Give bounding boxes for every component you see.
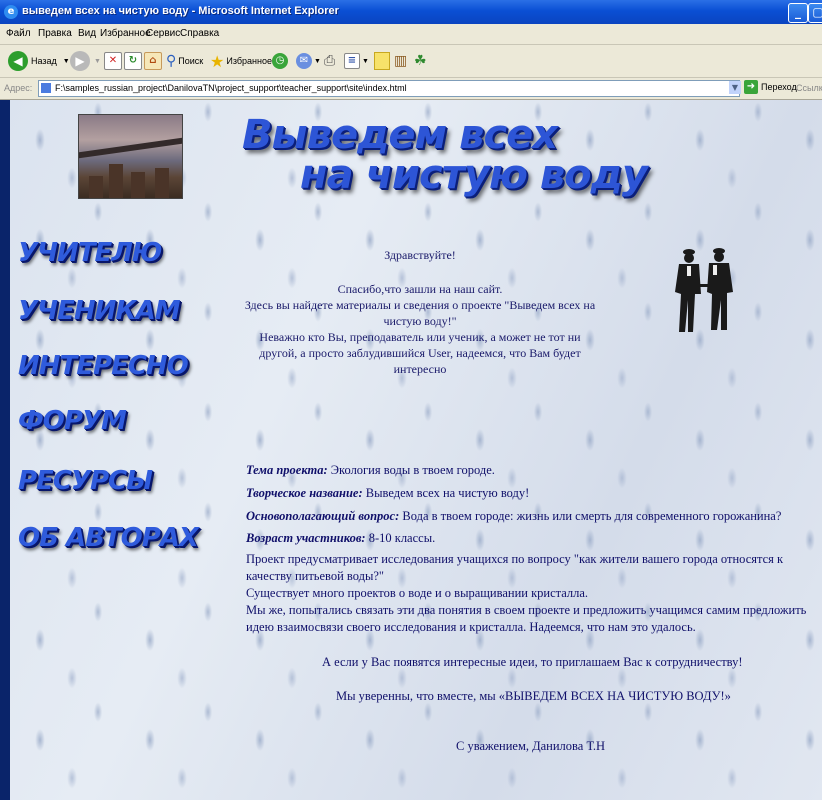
menu-bar: Файл Правка Вид Избранное Сервис Справка bbox=[0, 24, 822, 45]
discuss-button[interactable] bbox=[374, 50, 390, 72]
print-icon: ⎙ bbox=[324, 53, 336, 69]
search-button[interactable]: ⚲ Поиск bbox=[166, 50, 203, 72]
favorites-star-icon: ★ bbox=[210, 51, 225, 71]
ie-icon: e bbox=[4, 5, 18, 19]
history-button[interactable]: ◷ bbox=[272, 50, 288, 72]
participants-age-value: 8-10 классы. bbox=[368, 531, 436, 545]
home-button[interactable]: ⌂ bbox=[144, 50, 162, 72]
messenger-icon: ☘ bbox=[414, 53, 427, 69]
signature: С уважением, Данилова Т.Н bbox=[456, 739, 605, 753]
greeting: Здравствуйте! bbox=[384, 248, 456, 262]
favorites-label: Избранное bbox=[226, 56, 272, 66]
nav-teachers[interactable]: УЧИТЕЛЮ bbox=[18, 238, 162, 268]
stop-button[interactable]: ✕ bbox=[104, 50, 122, 72]
nav-resources[interactable]: РЕСУРСЫ bbox=[18, 466, 153, 496]
window-left-edge bbox=[0, 100, 10, 800]
project-topic-label: Тема проекта: bbox=[246, 463, 328, 477]
favorites-button[interactable]: ★ Избранное bbox=[210, 50, 272, 72]
stop-icon: ✕ bbox=[104, 52, 122, 70]
back-dropdown-icon[interactable]: ▼ bbox=[63, 58, 70, 65]
home-icon: ⌂ bbox=[144, 52, 162, 70]
nav-forum[interactable]: ФОРУМ bbox=[18, 406, 127, 436]
key-question-value: Вода в твоем городе: жизнь или смерть дл… bbox=[402, 509, 782, 523]
participants-age-line: Возраст участников: 8-10 классы. bbox=[246, 530, 816, 547]
project-topic-value: Экология воды в твоем городе. bbox=[330, 463, 495, 477]
menu-favorites[interactable]: Избранное bbox=[100, 28, 151, 39]
menu-tools[interactable]: Сервис bbox=[146, 28, 180, 39]
edit-page-icon: ≡ bbox=[344, 53, 360, 69]
city-bridge-photo bbox=[78, 114, 183, 199]
key-question-label: Основополагающий вопрос: bbox=[246, 509, 400, 523]
search-label: Поиск bbox=[178, 56, 204, 66]
menu-file[interactable]: Файл bbox=[6, 28, 31, 39]
together-text: Мы уверенны, что вместе, мы «ВЫВЕДЕМ ВСЕ… bbox=[336, 689, 731, 703]
forward-dropdown-icon[interactable]: ▼ bbox=[94, 58, 101, 65]
participants-age-label: Возраст участников: bbox=[246, 531, 366, 545]
back-button[interactable]: ◀ Назад ▼ bbox=[8, 50, 70, 72]
nav-about-authors[interactable]: ОБ АВТОРАХ bbox=[18, 523, 199, 553]
creative-name-value: Выведем всех на чистую воду! bbox=[365, 486, 530, 500]
site-title-line2: на чистую воду bbox=[300, 152, 648, 198]
address-dropdown-icon[interactable]: ▼ bbox=[729, 81, 741, 94]
minimize-button[interactable]: _ bbox=[788, 3, 808, 23]
forward-arrow-icon: ▶ bbox=[70, 51, 90, 71]
search-icon: ⚲ bbox=[166, 53, 177, 69]
nav-interesting[interactable]: ИНТЕРЕСНО bbox=[18, 351, 189, 381]
menu-help[interactable]: Справка bbox=[180, 28, 219, 39]
refresh-button[interactable]: ↻ bbox=[124, 50, 142, 72]
messenger-button[interactable]: ☘ bbox=[414, 50, 427, 72]
project-topic-line: Тема проекта: Экология воды в твоем горо… bbox=[246, 462, 816, 479]
web-page: Выведем всех на чистую воду УЧИТЕЛЮ УЧЕН… bbox=[10, 100, 822, 800]
refresh-icon: ↻ bbox=[124, 52, 142, 70]
page-icon bbox=[41, 83, 51, 93]
history-icon: ◷ bbox=[272, 53, 288, 69]
mail-dropdown-icon[interactable]: ▼ bbox=[314, 58, 321, 65]
edit-button[interactable]: ≡ ▼ bbox=[344, 50, 369, 72]
edit-dropdown-icon[interactable]: ▼ bbox=[362, 58, 369, 65]
forward-button[interactable]: ▶ ▼ bbox=[70, 50, 101, 72]
address-url: F:\samples_russian_project\DanilovaTN\pr… bbox=[55, 83, 407, 93]
back-arrow-icon: ◀ bbox=[8, 51, 28, 71]
creative-name-label: Творческое название: bbox=[246, 486, 363, 500]
mail-icon: ✉ bbox=[296, 53, 312, 69]
invitation-text: А если у Вас появятся интересные идеи, т… bbox=[322, 655, 743, 669]
research-books-icon: ▥ bbox=[394, 53, 408, 69]
go-arrow-icon: ➜ bbox=[744, 80, 758, 94]
nav-students[interactable]: УЧЕНИКАМ bbox=[18, 296, 181, 326]
window-title-bar[interactable]: e выведем всех на чистую воду - Microsof… bbox=[0, 0, 822, 24]
maximize-button[interactable]: ▢ bbox=[808, 3, 822, 23]
welcome-text: Спасибо,что зашли на наш сайт. Здесь вы … bbox=[244, 282, 596, 376]
note-icon bbox=[374, 52, 390, 70]
toolbar: ◀ Назад ▼ ▶ ▼ ✕ ↻ ⌂ ⚲ Поиск ★ Избранное … bbox=[0, 45, 822, 78]
go-label: Переход bbox=[761, 82, 797, 92]
address-label: Адрес: bbox=[4, 83, 33, 93]
creative-name-line: Творческое название: Выведем всех на чис… bbox=[246, 485, 816, 502]
research-button[interactable]: ▥ bbox=[394, 50, 407, 72]
mail-button[interactable]: ✉ ▼ bbox=[296, 50, 321, 72]
project-description: Проект предусматривает исследования учащ… bbox=[246, 552, 807, 634]
back-label: Назад bbox=[31, 56, 57, 66]
menu-view[interactable]: Вид bbox=[78, 28, 96, 39]
go-button[interactable]: ➜ Переход bbox=[744, 80, 797, 94]
address-bar: Адрес: F:\samples_russian_project\Danilo… bbox=[0, 78, 822, 100]
menu-edit[interactable]: Правка bbox=[38, 28, 72, 39]
address-input[interactable]: F:\samples_russian_project\DanilovaTN\pr… bbox=[38, 80, 740, 97]
walking-men-image bbox=[675, 248, 733, 332]
links-label[interactable]: Ссылки bbox=[796, 83, 822, 93]
print-button[interactable]: ⎙ bbox=[324, 50, 335, 72]
window-title: выведем всех на чистую воду - Microsoft … bbox=[22, 5, 339, 17]
key-question-line: Основополагающий вопрос: Вода в твоем го… bbox=[246, 508, 816, 525]
